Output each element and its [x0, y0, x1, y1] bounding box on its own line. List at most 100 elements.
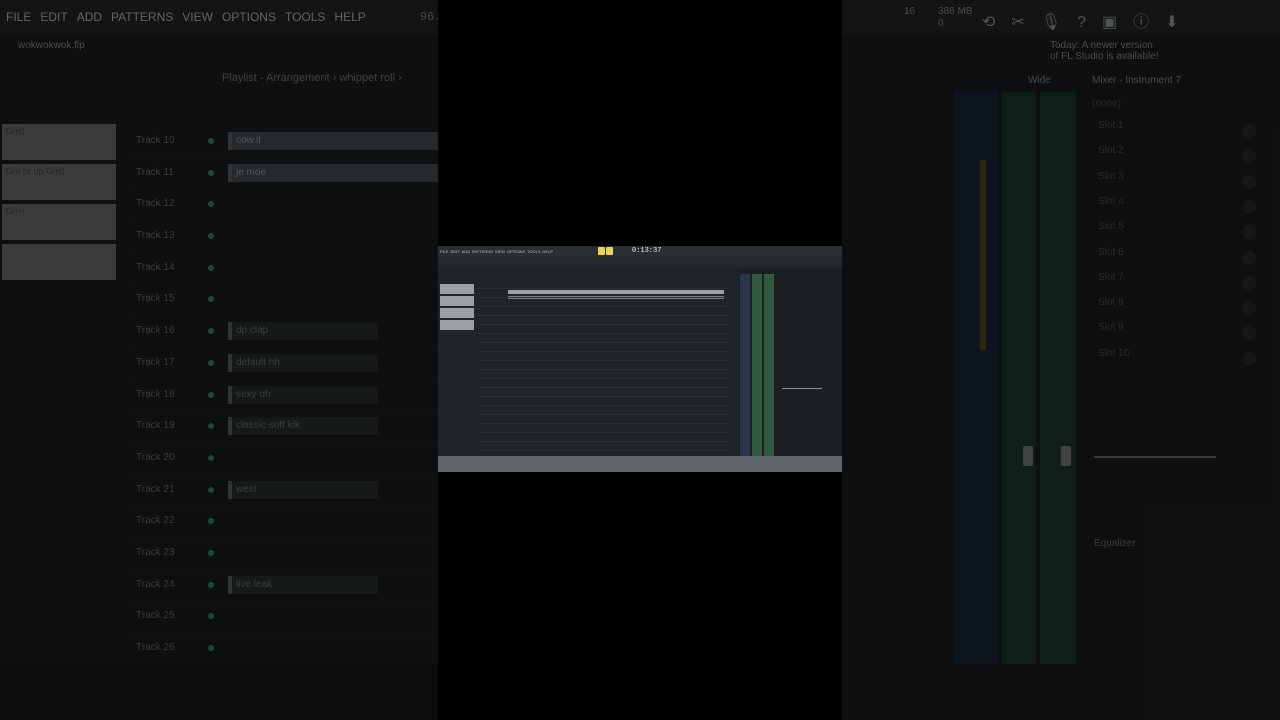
c-track-row[interactable] [478, 333, 728, 334]
track-row[interactable]: Track 12 [130, 189, 438, 222]
track-row[interactable]: Track 15 [130, 284, 438, 317]
c-track-row[interactable] [478, 342, 728, 343]
c-mixer-track-2[interactable] [764, 274, 774, 458]
track-row[interactable]: Track 11 je moe [130, 158, 438, 190]
c-track-row[interactable] [478, 387, 728, 388]
slot-mix-knob[interactable] [1242, 250, 1256, 265]
track-row[interactable]: Track 21 west [130, 475, 438, 507]
c-picker-item[interactable] [440, 296, 474, 306]
track-row[interactable]: Track 17 default hh [130, 348, 438, 380]
clip[interactable]: west [228, 480, 378, 499]
track-active-dot[interactable] [208, 359, 214, 366]
c-menu-edit[interactable]: EDIT [450, 249, 459, 254]
c-track-row[interactable] [478, 450, 728, 451]
menu-file[interactable]: FILE [6, 10, 31, 24]
clip[interactable]: je moe [228, 163, 438, 182]
effect-slot[interactable]: Slot 4 [1098, 196, 1124, 218]
c-menu-add[interactable]: ADD [462, 249, 470, 254]
c-track-row[interactable] [478, 414, 728, 415]
track-row[interactable]: Track 25 [130, 601, 438, 633]
menu-patterns[interactable]: PATTERNS [111, 10, 173, 24]
slot-mix-knob[interactable] [1242, 326, 1256, 341]
menu-view[interactable]: VIEW [182, 10, 213, 24]
c-picker-item[interactable] [440, 284, 474, 294]
track-active-dot[interactable] [208, 518, 214, 525]
c-track-row[interactable] [478, 306, 728, 307]
c-track-row[interactable] [478, 288, 728, 289]
c-wave-clip[interactable] [508, 290, 724, 294]
menu-edit[interactable]: EDIT [40, 10, 67, 24]
effect-slot[interactable]: Slot 7 [1098, 272, 1124, 294]
c-track-row[interactable] [478, 405, 728, 406]
effect-slot[interactable]: Slot 9 [1098, 322, 1124, 344]
track-row[interactable]: Track 26 [130, 633, 438, 665]
c-picker-item[interactable] [440, 320, 474, 330]
effect-slot[interactable]: Slot 3 [1098, 171, 1124, 193]
c-picker-item[interactable] [440, 308, 474, 318]
effect-slot[interactable]: Slot 5 [1098, 221, 1124, 243]
track-active-dot[interactable] [208, 169, 214, 176]
c-menu-view[interactable]: VIEW [495, 249, 505, 254]
effect-slot[interactable]: Slot 6 [1098, 247, 1124, 269]
clip[interactable]: cow.il [228, 132, 438, 150]
c-menu-patterns[interactable]: PATTERNS [472, 249, 493, 254]
c-track-row[interactable] [478, 378, 728, 379]
slot-mix-knob[interactable] [1242, 351, 1256, 366]
track-active-dot[interactable] [208, 645, 214, 651]
c-master-track[interactable] [740, 274, 750, 458]
c-menu-file[interactable]: FILE [440, 249, 448, 254]
mixer-track-2[interactable] [1040, 92, 1076, 664]
slot-mix-knob[interactable] [1242, 275, 1256, 290]
fader-1[interactable] [1023, 446, 1033, 466]
pan-slider[interactable] [1094, 456, 1216, 458]
track-row[interactable]: Track 10 cow.il [130, 126, 438, 158]
c-track-row[interactable] [478, 441, 728, 442]
c-track-row[interactable] [478, 369, 728, 370]
track-active-dot[interactable] [208, 423, 214, 430]
preset-select[interactable]: (none) [1092, 98, 1121, 109]
clip[interactable]: sexy oh [228, 385, 378, 404]
slot-mix-knob[interactable] [1242, 225, 1256, 240]
track-active-dot[interactable] [208, 581, 214, 588]
effect-slot[interactable]: Slot 8 [1098, 297, 1124, 319]
menu-help[interactable]: HELP [334, 10, 365, 24]
c-track-row[interactable] [478, 432, 728, 433]
track-active-dot[interactable] [208, 201, 214, 208]
clip[interactable]: classic soft kik [228, 417, 378, 436]
slot-mix-knob[interactable] [1242, 124, 1256, 138]
update-notice[interactable]: Today: A newer version of FL Studio is a… [1050, 40, 1160, 62]
picker-item[interactable]: Gm+ [2, 204, 116, 240]
c-track-row[interactable] [478, 324, 728, 325]
track-active-dot[interactable] [208, 613, 214, 620]
menu-add[interactable]: ADD [77, 10, 102, 24]
c-track-row[interactable] [478, 297, 728, 298]
track-active-dot[interactable] [208, 549, 214, 556]
track-active-dot[interactable] [208, 233, 214, 240]
mixer-track-1[interactable] [1002, 92, 1036, 664]
track-row[interactable]: Track 23 [130, 538, 438, 570]
c-track-row[interactable] [478, 351, 728, 352]
fader-2[interactable] [1061, 446, 1071, 466]
c-track-row[interactable] [478, 423, 728, 424]
effect-slot[interactable]: Slot 10 [1098, 348, 1129, 370]
track-row[interactable]: Track 16 dp clap [130, 316, 438, 348]
track-active-dot[interactable] [208, 296, 214, 303]
pattern-mode-toggle[interactable] [598, 247, 605, 255]
track-row[interactable]: Track 20 [130, 443, 438, 475]
c-track-row[interactable] [478, 360, 728, 361]
mixer-view-mode[interactable]: Wide [1028, 72, 1051, 90]
menu-tools[interactable]: TOOLS [285, 10, 325, 24]
c-menu-tools[interactable]: TOOLS [527, 249, 541, 254]
picker-item[interactable]: Gm1 [2, 124, 116, 160]
c-mixer-track-1[interactable] [752, 274, 762, 458]
track-active-dot[interactable] [208, 328, 214, 335]
c-menu-help[interactable]: HELP [543, 249, 553, 254]
effect-slot[interactable]: Slot 2 [1098, 145, 1124, 167]
track-active-dot[interactable] [208, 391, 214, 398]
track-row[interactable]: Track 22 [130, 506, 438, 538]
slot-mix-knob[interactable] [1242, 149, 1256, 164]
track-row[interactable]: Track 24 live leak [130, 570, 438, 602]
track-row[interactable]: Track 13 [130, 221, 438, 253]
track-row[interactable]: Track 18 sexy oh [130, 380, 438, 412]
c-track-row[interactable] [478, 315, 728, 316]
